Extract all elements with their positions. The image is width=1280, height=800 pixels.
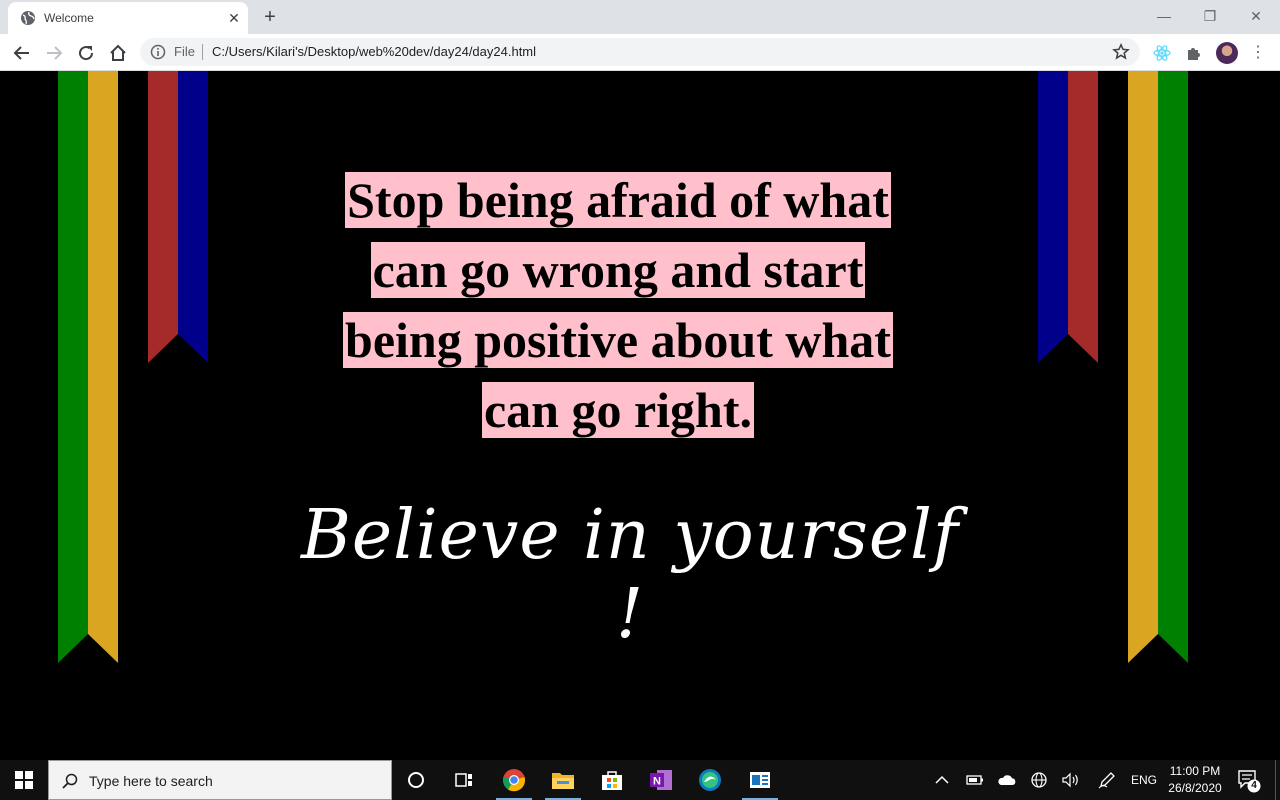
file-explorer-button[interactable] — [543, 764, 583, 800]
notification-count: 4 — [1251, 780, 1257, 791]
home-button[interactable] — [104, 39, 132, 67]
app-icon — [750, 772, 770, 788]
globe-icon — [21, 11, 35, 25]
new-tab-button[interactable]: + — [258, 6, 282, 28]
battery-button[interactable] — [962, 760, 988, 800]
quote-text: Stop being afraid of what can go wrong a… — [310, 165, 926, 445]
tab-strip: Welcome ✕ + — ❐ ✕ — [0, 0, 1280, 34]
speaker-icon — [1062, 772, 1078, 788]
react-extension-icon — [1153, 45, 1171, 61]
chrome-taskbar-button[interactable] — [494, 764, 534, 800]
globe-network-icon — [1031, 772, 1047, 788]
tab-title: Welcome — [44, 11, 94, 25]
quote-line: Stop being afraid of what — [345, 172, 891, 228]
home-icon — [110, 44, 126, 61]
omnibox-divider — [202, 44, 203, 60]
right-short-ribbon — [1038, 71, 1098, 363]
info-icon[interactable] — [150, 44, 166, 60]
language-indicator[interactable]: ENG — [1128, 760, 1160, 800]
cortana-icon — [408, 772, 424, 788]
cortana-button[interactable] — [396, 764, 436, 796]
back-icon — [13, 46, 29, 60]
onenote-button[interactable]: N — [641, 764, 681, 796]
task-view-icon — [455, 773, 472, 787]
chevron-up-icon — [935, 775, 949, 784]
show-desktop-button[interactable] — [1275, 760, 1276, 800]
react-extension-button[interactable] — [1152, 43, 1172, 63]
store-button[interactable] — [592, 764, 632, 796]
tab-close-icon[interactable]: ✕ — [225, 9, 243, 27]
windows-icon — [15, 771, 33, 789]
action-center-button[interactable]: 4 — [1236, 768, 1262, 794]
right-long-ribbon — [1128, 71, 1188, 663]
browser-toolbar: File C:/Users/Kilari's/Desktop/web%20dev… — [0, 34, 1280, 71]
left-short-ribbon — [148, 71, 208, 363]
taskbar: Type here to search N ENG 11:00 PM 26/8/… — [0, 760, 1280, 800]
search-placeholder: Type here to search — [89, 773, 213, 789]
taskbar-search[interactable]: Type here to search — [48, 760, 392, 800]
restore-button[interactable]: ❐ — [1187, 2, 1233, 30]
quote-line: being positive about what — [343, 312, 893, 368]
reload-icon — [79, 46, 94, 61]
web-page: Stop being afraid of what can go wrong a… — [0, 71, 1280, 760]
pen-workspace-button[interactable] — [1094, 760, 1120, 800]
search-icon — [62, 773, 78, 789]
extensions-button[interactable] — [1184, 43, 1204, 63]
store-icon — [602, 771, 622, 790]
volume-button[interactable] — [1058, 760, 1084, 800]
star-icon[interactable] — [1112, 43, 1130, 61]
reload-button[interactable] — [72, 39, 100, 67]
edge-button[interactable] — [690, 764, 730, 796]
edge-icon — [699, 769, 721, 791]
close-window-button[interactable]: ✕ — [1233, 2, 1279, 30]
puzzle-icon — [1188, 48, 1200, 60]
cloud-icon — [998, 775, 1016, 785]
quote-line: can go wrong and start — [370, 242, 866, 298]
forward-icon — [47, 46, 63, 60]
battery-icon — [966, 775, 983, 785]
task-view-button[interactable] — [444, 764, 484, 796]
clock[interactable]: 11:00 PM 26/8/2020 — [1162, 763, 1228, 797]
tray-overflow-button[interactable] — [930, 760, 954, 800]
address-bar[interactable]: File C:/Users/Kilari's/Desktop/web%20dev… — [140, 38, 1140, 66]
more-icon[interactable]: ⋮ — [1250, 42, 1266, 64]
url-text[interactable]: C:/Users/Kilari's/Desktop/web%20dev/day2… — [212, 44, 536, 60]
network-button[interactable] — [1026, 760, 1052, 800]
back-button[interactable] — [8, 39, 36, 67]
avatar[interactable] — [1216, 42, 1238, 64]
app-button[interactable] — [740, 764, 780, 800]
onenote-icon: N — [650, 770, 672, 790]
chrome-icon — [502, 769, 526, 792]
left-long-ribbon — [58, 71, 118, 663]
start-button[interactable] — [0, 760, 48, 800]
scheme-label: File — [174, 44, 195, 59]
tab-welcome[interactable]: Welcome ✕ — [8, 2, 248, 34]
tagline: Believe in yourself ! — [300, 496, 960, 654]
clock-date: 26/8/2020 — [1168, 781, 1222, 795]
svg-text:N: N — [653, 776, 661, 788]
forward-button[interactable] — [40, 39, 68, 67]
clock-time: 11:00 PM — [1169, 764, 1221, 778]
onedrive-button[interactable] — [994, 760, 1020, 800]
pen-icon — [1098, 772, 1115, 789]
quote-line: can go right. — [481, 382, 755, 438]
file-explorer-icon — [552, 773, 574, 789]
minimize-button[interactable]: — — [1141, 2, 1187, 30]
